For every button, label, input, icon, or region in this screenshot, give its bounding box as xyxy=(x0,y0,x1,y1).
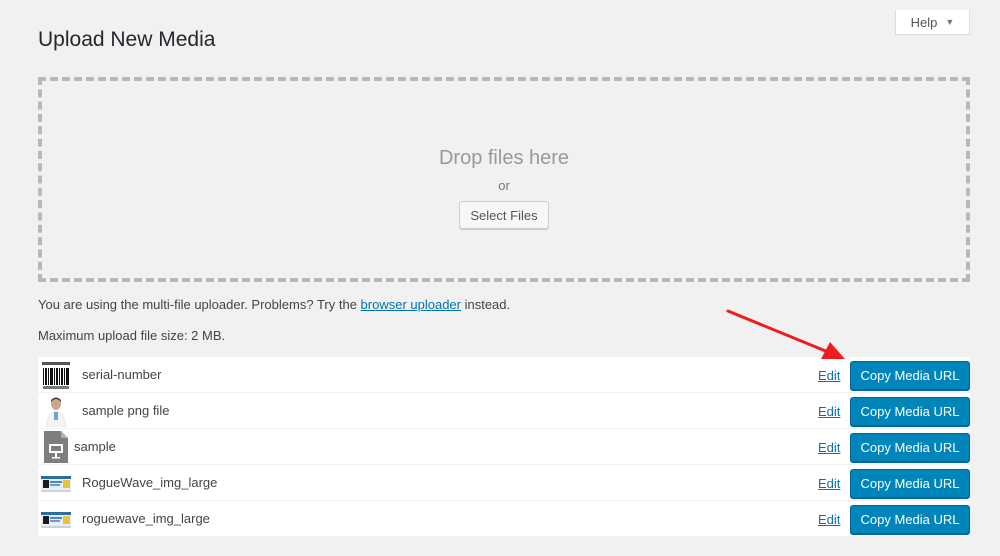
help-button[interactable]: Help ▼ xyxy=(895,10,970,35)
barcode-thumbnail xyxy=(40,359,72,391)
caret-down-icon: ▼ xyxy=(945,17,955,27)
screenshot-thumbnail xyxy=(40,467,72,499)
select-files-button[interactable]: Select Files xyxy=(459,201,549,229)
media-item: RogueWave_img_large Edit Copy Media URL xyxy=(38,465,970,501)
edit-link[interactable]: Edit xyxy=(818,512,840,527)
drop-zone[interactable]: Drop files here or Select Files xyxy=(38,77,970,282)
copy-media-url-button[interactable]: Copy Media URL xyxy=(850,361,970,390)
copy-media-url-button[interactable]: Copy Media URL xyxy=(850,433,970,462)
max-upload-size: Maximum upload file size: 2 MB. xyxy=(38,328,226,343)
copy-media-url-button[interactable]: Copy Media URL xyxy=(850,505,970,534)
file-name: sample png file xyxy=(82,403,170,418)
media-item: roguewave_img_large Edit Copy Media URL xyxy=(38,501,970,537)
screenshot-thumbnail xyxy=(40,503,72,535)
edit-link[interactable]: Edit xyxy=(818,404,840,419)
media-item: sample png file Edit Copy Media URL xyxy=(38,393,970,429)
page-title: Upload New Media xyxy=(38,28,216,51)
copy-media-url-button[interactable]: Copy Media URL xyxy=(850,469,970,498)
edit-link[interactable]: Edit xyxy=(818,440,840,455)
edit-link[interactable]: Edit xyxy=(818,476,840,491)
media-list: serial-number Edit Copy Media URL sample… xyxy=(38,357,970,537)
notice-text-after: instead. xyxy=(460,297,511,312)
file-name: RogueWave_img_large xyxy=(82,475,218,490)
notice-text-before: You are using the multi-file uploader. P… xyxy=(38,297,361,312)
browser-uploader-link[interactable]: browser uploader xyxy=(361,297,461,312)
copy-media-url-button[interactable]: Copy Media URL xyxy=(850,397,970,426)
person-thumbnail xyxy=(40,395,72,427)
media-item: sample Edit Copy Media URL xyxy=(38,429,970,465)
help-label: Help xyxy=(910,14,938,30)
drop-files-text: Drop files here xyxy=(438,147,570,169)
file-name: serial-number xyxy=(82,367,162,382)
document-icon xyxy=(40,431,72,463)
edit-link[interactable]: Edit xyxy=(818,368,840,383)
file-name: sample xyxy=(74,439,116,454)
uploader-notice: You are using the multi-file uploader. P… xyxy=(38,297,510,312)
or-text: or xyxy=(498,178,510,193)
media-item: serial-number Edit Copy Media URL xyxy=(38,357,970,393)
file-name: roguewave_img_large xyxy=(82,511,210,526)
